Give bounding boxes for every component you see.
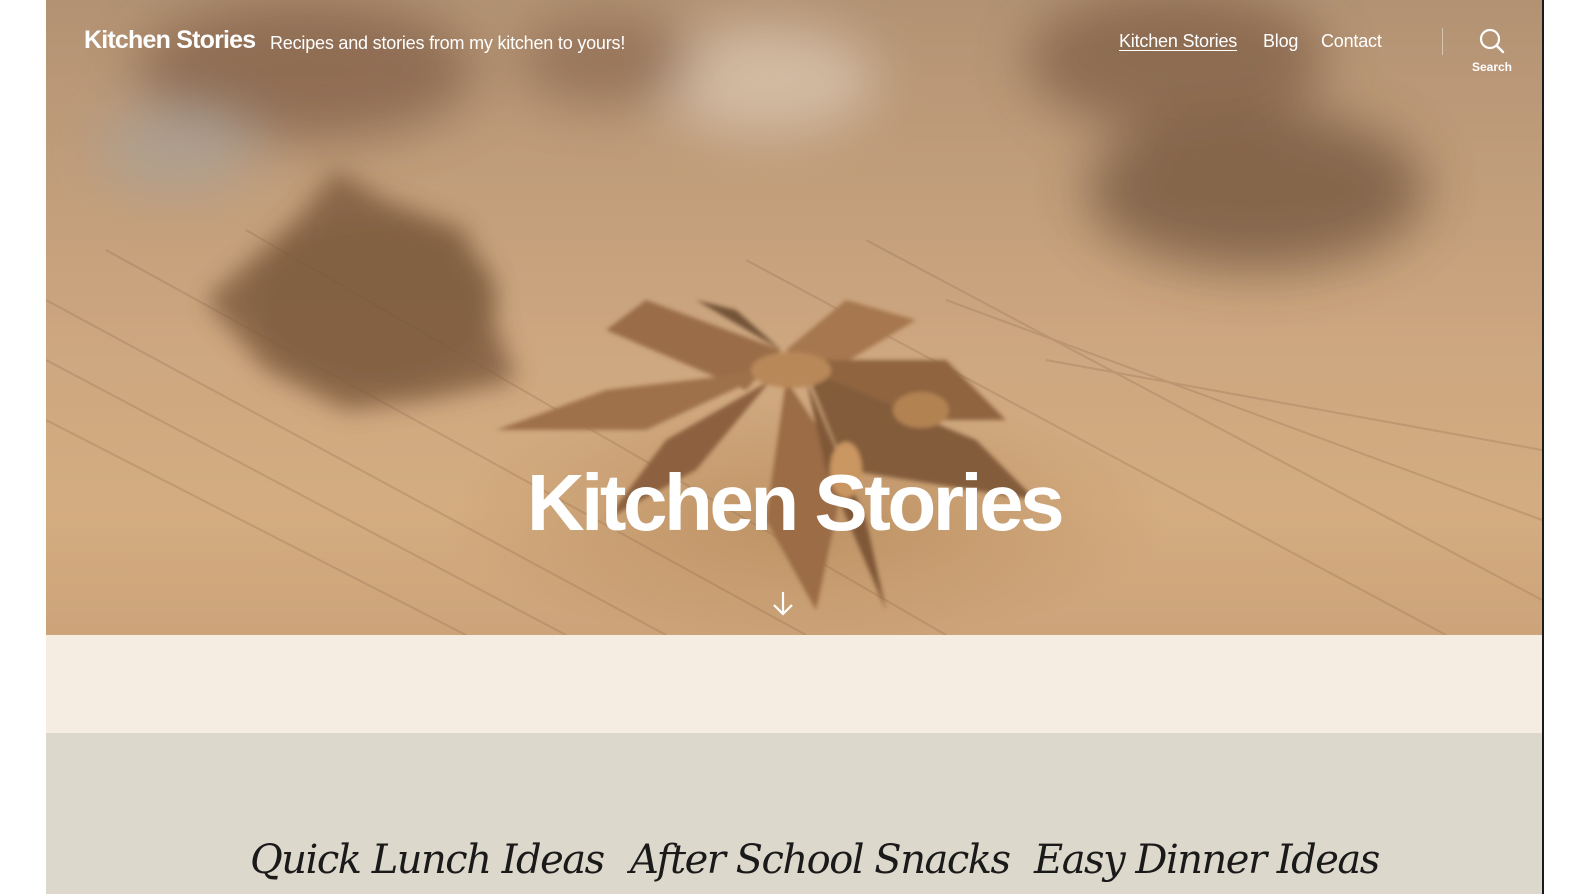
site-tagline: Recipes and stories from my kitchen to y… [270, 33, 626, 53]
site-title[interactable]: Kitchen Stories [84, 26, 256, 55]
nav-item-kitchen-stories[interactable]: Kitchen Stories [1119, 31, 1237, 55]
category-quick-lunch-ideas[interactable]: Quick Lunch Ideas [250, 840, 605, 880]
search-button[interactable]: Search [1466, 28, 1518, 76]
search-label: Search [1471, 60, 1513, 74]
search-icon [1479, 28, 1505, 54]
hero-section: Kitchen Stories Recipes and stories from… [46, 0, 1542, 635]
hero-heading: Kitchen Stories [526, 458, 1065, 547]
nav-item-contact[interactable]: Contact [1321, 31, 1382, 55]
nav-divider [1442, 28, 1443, 55]
nav-item-blog[interactable]: Blog [1263, 31, 1298, 55]
content-spacer [46, 635, 1542, 733]
category-easy-dinner-ideas[interactable]: Easy Dinner Ideas [1034, 840, 1380, 880]
arrow-down-icon [773, 592, 793, 616]
page: Kitchen Stories Recipes and stories from… [46, 0, 1542, 894]
scroll-down-button[interactable] [772, 590, 794, 618]
window-edge [1542, 0, 1544, 894]
category-after-school-snacks[interactable]: After School Snacks [630, 840, 1011, 880]
